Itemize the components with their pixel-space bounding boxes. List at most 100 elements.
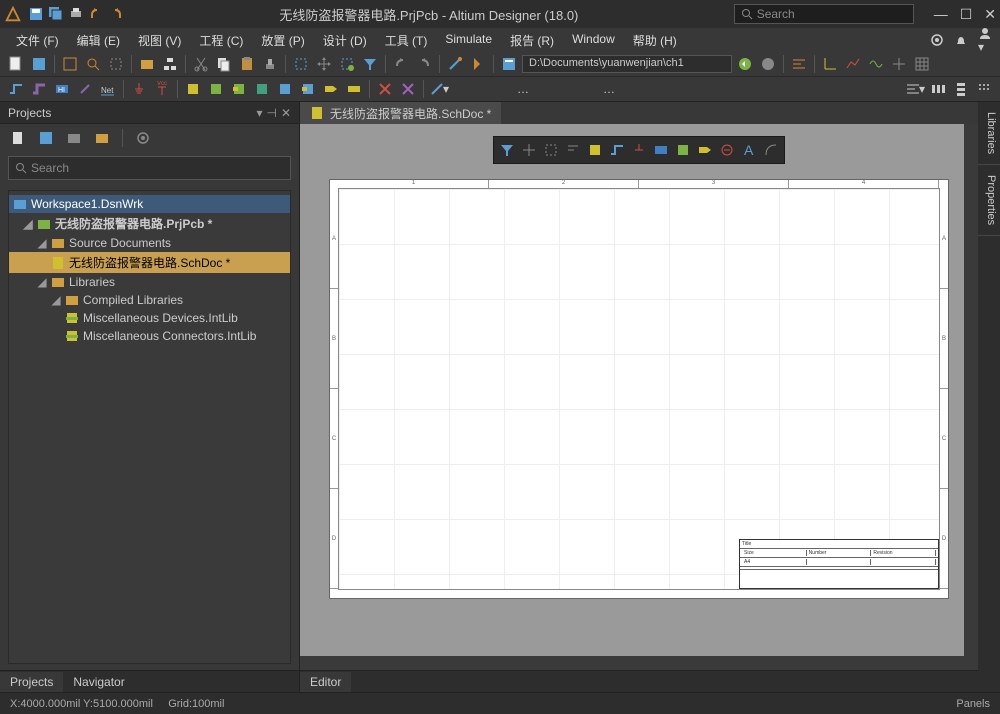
side-tab-libraries[interactable]: Libraries xyxy=(978,102,1000,165)
tree-project[interactable]: ◢ 无线防盗报警器电路.PrjPcb * xyxy=(9,213,290,234)
menu-edit[interactable]: 编辑 (E) xyxy=(69,30,128,51)
refresh-icon[interactable] xyxy=(735,54,755,74)
wave-icon[interactable] xyxy=(866,54,886,74)
align-left-icon[interactable]: ▾ xyxy=(905,79,925,99)
undo-icon[interactable] xyxy=(88,6,104,22)
device-sheet-icon[interactable] xyxy=(252,79,272,99)
select-rect-icon[interactable] xyxy=(291,54,311,74)
generic-no-erc-icon[interactable] xyxy=(398,79,418,99)
print-icon[interactable] xyxy=(68,6,84,22)
align-grid-icon[interactable] xyxy=(974,79,994,99)
tree-lib1[interactable]: Miscellaneous Devices.IntLib xyxy=(9,309,290,327)
doc-tab[interactable]: 无线防盗报警器电路.SchDoc * xyxy=(300,102,501,125)
panels-button[interactable]: Panels xyxy=(956,698,990,710)
pin-icon[interactable]: ⊣ xyxy=(266,106,276,120)
dropdown-icon[interactable]: ▾ xyxy=(256,106,262,120)
tree-libraries[interactable]: ◢ Libraries xyxy=(9,273,290,291)
save-icon[interactable] xyxy=(28,6,44,22)
undo-icon[interactable] xyxy=(391,54,411,74)
expander-icon[interactable]: ◢ xyxy=(23,217,33,231)
text-icon[interactable]: A xyxy=(739,140,759,160)
expander-icon[interactable]: ◢ xyxy=(51,293,61,307)
tab-projects[interactable]: Projects xyxy=(0,672,63,692)
add-doc-icon[interactable] xyxy=(92,128,112,148)
zoom-selected-icon[interactable] xyxy=(106,54,126,74)
menu-tools[interactable]: 工具 (T) xyxy=(377,30,436,51)
canvas[interactable]: A 1234 ABCD ABCD Title Size Number Revis… xyxy=(300,124,978,670)
redo-icon[interactable] xyxy=(414,54,434,74)
move-icon[interactable] xyxy=(314,54,334,74)
distribute-v-icon[interactable] xyxy=(951,79,971,99)
rubber-stamp-icon[interactable] xyxy=(260,54,280,74)
harness-entry-icon[interactable] xyxy=(298,79,318,99)
copy-icon[interactable] xyxy=(214,54,234,74)
menu-file[interactable]: 文件 (F) xyxy=(8,30,67,51)
move-icon[interactable] xyxy=(519,140,539,160)
port-icon[interactable] xyxy=(695,140,715,160)
path-field[interactable]: D:\Documents\yuanwenjian\ch1 xyxy=(522,55,732,73)
align-icon[interactable] xyxy=(563,140,583,160)
expander-icon[interactable]: ◢ xyxy=(37,236,47,250)
close-panel-icon[interactable]: ✕ xyxy=(281,106,291,120)
save-project-icon[interactable] xyxy=(36,128,56,148)
crosshair-icon[interactable] xyxy=(889,54,909,74)
tab-editor[interactable]: Editor xyxy=(300,672,351,692)
cross-probe-icon[interactable] xyxy=(445,54,465,74)
vcc-icon[interactable]: Vcc xyxy=(152,79,172,99)
harness-icon[interactable] xyxy=(651,140,671,160)
zoom-fit-icon[interactable] xyxy=(60,54,80,74)
port-icon[interactable] xyxy=(321,79,341,99)
save-all-icon[interactable] xyxy=(48,6,64,22)
part-icon[interactable] xyxy=(585,140,605,160)
side-tab-properties[interactable]: Properties xyxy=(978,165,1000,236)
align-icon[interactable] xyxy=(789,54,809,74)
sheet-entry-icon[interactable] xyxy=(229,79,249,99)
gear-icon[interactable] xyxy=(930,33,944,47)
tree-workspace[interactable]: Workspace1.DsnWrk xyxy=(9,195,290,213)
close-button[interactable]: ✕ xyxy=(984,6,996,23)
hierarchy-icon[interactable] xyxy=(160,54,180,74)
clear-filter-icon[interactable] xyxy=(360,54,380,74)
sheet-icon[interactable] xyxy=(673,140,693,160)
part-icon[interactable] xyxy=(183,79,203,99)
off-sheet-icon[interactable] xyxy=(344,79,364,99)
redo-icon[interactable] xyxy=(108,6,124,22)
deselect-icon[interactable] xyxy=(337,54,357,74)
no-erc-icon[interactable] xyxy=(375,79,395,99)
bus-entry-icon[interactable] xyxy=(75,79,95,99)
grid-icon[interactable] xyxy=(912,54,932,74)
harness-connector-icon[interactable] xyxy=(275,79,295,99)
menu-design[interactable]: 设计 (D) xyxy=(315,30,375,51)
line-icon[interactable]: ▾ xyxy=(429,79,449,99)
up-folder-icon[interactable] xyxy=(758,54,778,74)
gnd-icon[interactable] xyxy=(629,140,649,160)
sheet-symbol-icon[interactable] xyxy=(206,79,226,99)
cut-icon[interactable] xyxy=(191,54,211,74)
scrollbar-vertical[interactable] xyxy=(964,124,978,670)
compile-icon[interactable] xyxy=(468,54,488,74)
menu-reports[interactable]: 报告 (R) xyxy=(502,30,562,51)
more2-icon[interactable]: … xyxy=(599,79,619,99)
arc-icon[interactable] xyxy=(761,140,781,160)
menu-view[interactable]: 视图 (V) xyxy=(130,30,189,51)
options-icon[interactable] xyxy=(133,128,153,148)
gnd-icon[interactable] xyxy=(129,79,149,99)
wire-icon[interactable] xyxy=(6,79,26,99)
tab-navigator[interactable]: Navigator xyxy=(63,672,134,692)
signal-harness-icon[interactable]: HI xyxy=(52,79,72,99)
filter-icon[interactable] xyxy=(497,140,517,160)
global-search[interactable]: Search xyxy=(734,4,914,24)
menu-project[interactable]: 工程 (C) xyxy=(191,30,251,51)
distribute-h-icon[interactable] xyxy=(928,79,948,99)
menu-window[interactable]: Window xyxy=(564,30,623,51)
projects-search[interactable]: Search xyxy=(8,156,291,180)
schematic-sheet[interactable]: 1234 ABCD ABCD Title Size Number Revisio… xyxy=(329,179,949,599)
bus-icon[interactable] xyxy=(29,79,49,99)
minimize-button[interactable]: — xyxy=(934,6,948,23)
tree-schdoc[interactable]: 无线防盗报警器电路.SchDoc * xyxy=(9,252,290,273)
wire-icon[interactable] xyxy=(607,140,627,160)
expander-icon[interactable]: ◢ xyxy=(37,275,47,289)
zoom-area-icon[interactable] xyxy=(83,54,103,74)
new-project-icon[interactable] xyxy=(8,128,28,148)
chart-icon[interactable] xyxy=(843,54,863,74)
